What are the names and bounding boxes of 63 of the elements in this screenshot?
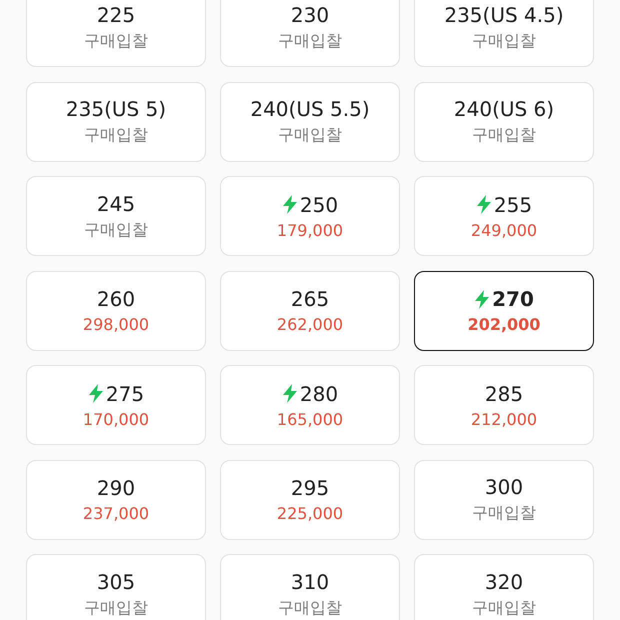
price-label: 179,000 [276, 220, 344, 240]
bid-label: 구매입찰 [472, 503, 536, 524]
size-label: 290 [96, 476, 136, 500]
bid-label: 구매입찰 [278, 598, 342, 618]
price-label: 165,000 [276, 410, 344, 428]
bid-label: 구매입찰 [472, 598, 536, 618]
bid-label: 구매입찰 [472, 125, 536, 146]
bid-label: 구매입찰 [472, 30, 536, 52]
size-label: 285 [484, 382, 524, 406]
size-label: 260 [96, 287, 136, 311]
size-label: 295 [290, 476, 330, 500]
size-option[interactable]: 240(US 6) 구매입찰 [414, 82, 594, 162]
size-option[interactable]: 245 구매입찰 [26, 176, 206, 256]
size-label: 300 [484, 475, 524, 499]
size-option[interactable]: 235(US 4.5) 구매입찰 [414, 0, 594, 67]
bid-label: 구매입찰 [278, 30, 342, 52]
price-label: 212,000 [470, 410, 538, 428]
price-label: 170,000 [82, 410, 150, 428]
price-label: 249,000 [470, 220, 538, 240]
price-label: 298,000 [82, 315, 150, 334]
size-option[interactable]: 235(US 5) 구매입찰 [26, 82, 206, 162]
price-label: 237,000 [82, 504, 150, 523]
size-label: 235(US 4.5) [444, 2, 564, 26]
price-label: 262,000 [276, 315, 344, 334]
size-label: 240(US 6) [454, 97, 554, 121]
bid-label: 구매입찰 [84, 598, 148, 618]
size-label: 245 [96, 192, 136, 216]
size-option[interactable]: 310 구매입찰 [220, 554, 400, 620]
size-option[interactable]: 320 구매입찰 [414, 554, 594, 620]
size-label: 230 [290, 2, 330, 26]
size-label: 255 [494, 192, 532, 216]
size-label: 275 [106, 382, 144, 406]
size-option[interactable]: 280 165,000 [220, 365, 400, 445]
size-label: 265 [290, 287, 330, 311]
size-label: 310 [290, 570, 330, 594]
size-option[interactable]: 275 170,000 [26, 365, 206, 445]
size-label: 280 [300, 382, 338, 406]
size-label: 235(US 5) [66, 97, 166, 121]
price-label: 225,000 [276, 504, 344, 523]
size-option[interactable]: 255 249,000 [414, 176, 594, 256]
size-option[interactable]: 295 225,000 [220, 460, 400, 540]
size-option[interactable]: 225 구매입찰 [26, 0, 206, 67]
size-option[interactable]: 260 298,000 [26, 270, 206, 350]
bid-label: 구매입찰 [84, 220, 148, 240]
size-label: 270 [492, 287, 534, 311]
price-label: 202,000 [468, 315, 540, 334]
size-option[interactable]: 265 262,000 [220, 270, 400, 350]
bid-label: 구매입찰 [84, 125, 148, 146]
size-option[interactable]: 305 구매입찰 [26, 554, 206, 620]
bid-label: 구매입찰 [84, 30, 148, 52]
size-label: 225 [96, 2, 136, 26]
size-label: 305 [96, 570, 136, 594]
size-option[interactable]: 285 212,000 [414, 365, 594, 445]
bid-label: 구매입찰 [278, 125, 342, 146]
size-label: 320 [484, 570, 524, 594]
size-label: 250 [300, 192, 338, 216]
size-option[interactable]: 250 179,000 [220, 176, 400, 256]
size-option[interactable]: 290 237,000 [26, 460, 206, 540]
size-option[interactable]: 230 구매입찰 [220, 0, 400, 67]
size-option[interactable]: 240(US 5.5) 구매입찰 [220, 82, 400, 162]
size-option[interactable]: 300 구매입찰 [414, 460, 594, 540]
size-label: 240(US 5.5) [250, 97, 370, 121]
size-option[interactable]: 270 202,000 [414, 270, 594, 350]
